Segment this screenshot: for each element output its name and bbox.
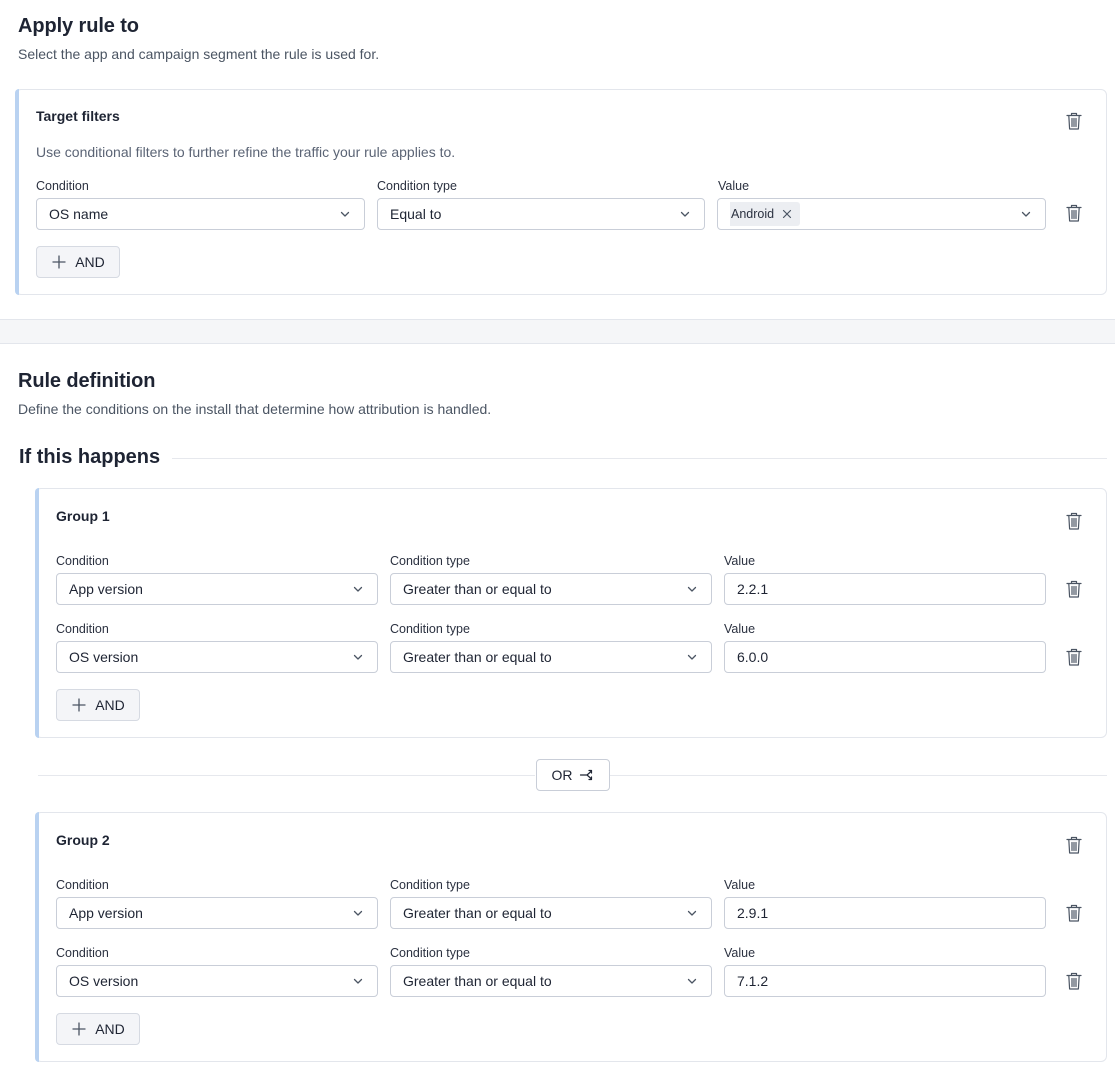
add-and-button[interactable]: AND bbox=[56, 689, 140, 721]
condition-type-label: Condition type bbox=[390, 946, 470, 960]
chevron-down-icon bbox=[685, 974, 699, 988]
value-input[interactable]: 7.1.2 bbox=[724, 965, 1046, 997]
condition-type-label: Condition type bbox=[390, 878, 470, 892]
chevron-down-icon bbox=[685, 582, 699, 596]
condition-select[interactable]: App version bbox=[56, 897, 378, 929]
condition-type-select-value: Equal to bbox=[390, 206, 442, 222]
section-separator bbox=[0, 319, 1115, 344]
condition-type-label: Condition type bbox=[377, 179, 457, 193]
trash-icon[interactable] bbox=[1065, 511, 1083, 531]
value-label: Value bbox=[718, 179, 750, 193]
condition-type-select[interactable]: Equal to bbox=[377, 198, 705, 230]
value-multiselect[interactable]: Android bbox=[717, 198, 1046, 230]
chevron-down-icon bbox=[678, 207, 692, 221]
condition-label: Condition bbox=[56, 878, 109, 892]
condition-type-select[interactable]: Greater than or equal to bbox=[390, 573, 712, 605]
value-input-text: 7.1.2 bbox=[737, 973, 769, 989]
chevron-down-icon bbox=[351, 974, 365, 988]
value-input-text: 6.0.0 bbox=[737, 649, 769, 665]
target-filters-title: Target filters bbox=[36, 108, 120, 124]
condition-select-value: App version bbox=[69, 581, 143, 597]
plus-icon bbox=[71, 1021, 87, 1037]
close-icon[interactable] bbox=[782, 209, 792, 219]
value-label: Value bbox=[724, 622, 756, 636]
target-filters-card: Target filters Use conditional filters t… bbox=[15, 89, 1107, 295]
value-input-text: 2.2.1 bbox=[737, 581, 769, 597]
add-or-group-button[interactable]: OR bbox=[536, 759, 610, 791]
apply-rule-title: Apply rule to bbox=[18, 15, 139, 37]
condition-type-select[interactable]: Greater than or equal to bbox=[390, 965, 712, 997]
condition-label: Condition bbox=[56, 622, 109, 636]
target-filters-description: Use conditional filters to further refin… bbox=[36, 144, 456, 160]
condition-label: Condition bbox=[36, 179, 89, 193]
condition-select[interactable]: App version bbox=[56, 573, 378, 605]
value-input[interactable]: 2.9.1 bbox=[724, 897, 1046, 929]
rule-definition-title: Rule definition bbox=[18, 370, 156, 392]
condition-type-select-value: Greater than or equal to bbox=[403, 905, 552, 921]
chevron-down-icon bbox=[338, 207, 352, 221]
chevron-down-icon bbox=[685, 906, 699, 920]
trash-icon[interactable] bbox=[1065, 203, 1083, 223]
chevron-down-icon bbox=[351, 906, 365, 920]
trash-icon[interactable] bbox=[1065, 903, 1083, 923]
apply-rule-description: Select the app and campaign segment the … bbox=[18, 46, 380, 62]
trash-icon[interactable] bbox=[1065, 579, 1083, 599]
chevron-down-icon bbox=[351, 650, 365, 664]
chevron-down-icon bbox=[685, 650, 699, 664]
value-label: Value bbox=[724, 878, 756, 892]
group-title: Group 2 bbox=[56, 832, 110, 848]
condition-select[interactable]: OS version bbox=[56, 965, 378, 997]
condition-select-value: OS name bbox=[49, 206, 109, 222]
condition-type-select-value: Greater than or equal to bbox=[403, 649, 552, 665]
value-chip-label: Android bbox=[731, 207, 775, 221]
condition-type-select[interactable]: Greater than or equal to bbox=[390, 641, 712, 673]
value-input[interactable]: 6.0.0 bbox=[724, 641, 1046, 673]
condition-select[interactable]: OS version bbox=[56, 641, 378, 673]
heading-divider bbox=[172, 458, 1107, 459]
plus-icon bbox=[51, 254, 67, 270]
branch-icon bbox=[579, 767, 595, 783]
condition-type-select-value: Greater than or equal to bbox=[403, 973, 552, 989]
plus-icon bbox=[71, 697, 87, 713]
condition-type-label: Condition type bbox=[390, 622, 470, 636]
group-title: Group 1 bbox=[56, 508, 110, 524]
condition-type-label: Condition type bbox=[390, 554, 470, 568]
add-and-button[interactable]: AND bbox=[36, 246, 120, 278]
condition-select-value: App version bbox=[69, 905, 143, 921]
trash-icon[interactable] bbox=[1065, 971, 1083, 991]
chevron-down-icon bbox=[1019, 207, 1033, 221]
or-divider-left bbox=[38, 775, 535, 776]
condition-label: Condition bbox=[56, 946, 109, 960]
condition-label: Condition bbox=[56, 554, 109, 568]
add-and-label: AND bbox=[75, 254, 105, 270]
rule-definition-description: Define the conditions on the install tha… bbox=[18, 401, 492, 417]
chevron-down-icon bbox=[351, 582, 365, 596]
add-and-button[interactable]: AND bbox=[56, 1013, 140, 1045]
if-this-happens-heading: If this happens bbox=[19, 446, 161, 468]
value-input-text: 2.9.1 bbox=[737, 905, 769, 921]
value-label: Value bbox=[724, 554, 756, 568]
condition-type-select[interactable]: Greater than or equal to bbox=[390, 897, 712, 929]
condition-select-value: OS version bbox=[69, 649, 139, 665]
trash-icon[interactable] bbox=[1065, 647, 1083, 667]
condition-select[interactable]: OS name bbox=[36, 198, 365, 230]
or-divider-right bbox=[610, 775, 1107, 776]
condition-select-value: OS version bbox=[69, 973, 139, 989]
group-card: Group 2 Condition Condition type Value A… bbox=[35, 812, 1107, 1062]
trash-icon[interactable] bbox=[1065, 835, 1083, 855]
value-chip: Android bbox=[730, 202, 801, 226]
or-label: OR bbox=[551, 767, 573, 783]
value-chips: Android bbox=[730, 202, 1019, 226]
condition-type-select-value: Greater than or equal to bbox=[403, 581, 552, 597]
group-card: Group 1 Condition Condition type Value A… bbox=[35, 488, 1107, 738]
add-and-label: AND bbox=[95, 697, 125, 713]
value-label: Value bbox=[724, 946, 756, 960]
add-and-label: AND bbox=[95, 1021, 125, 1037]
trash-icon[interactable] bbox=[1065, 111, 1083, 131]
value-input[interactable]: 2.2.1 bbox=[724, 573, 1046, 605]
